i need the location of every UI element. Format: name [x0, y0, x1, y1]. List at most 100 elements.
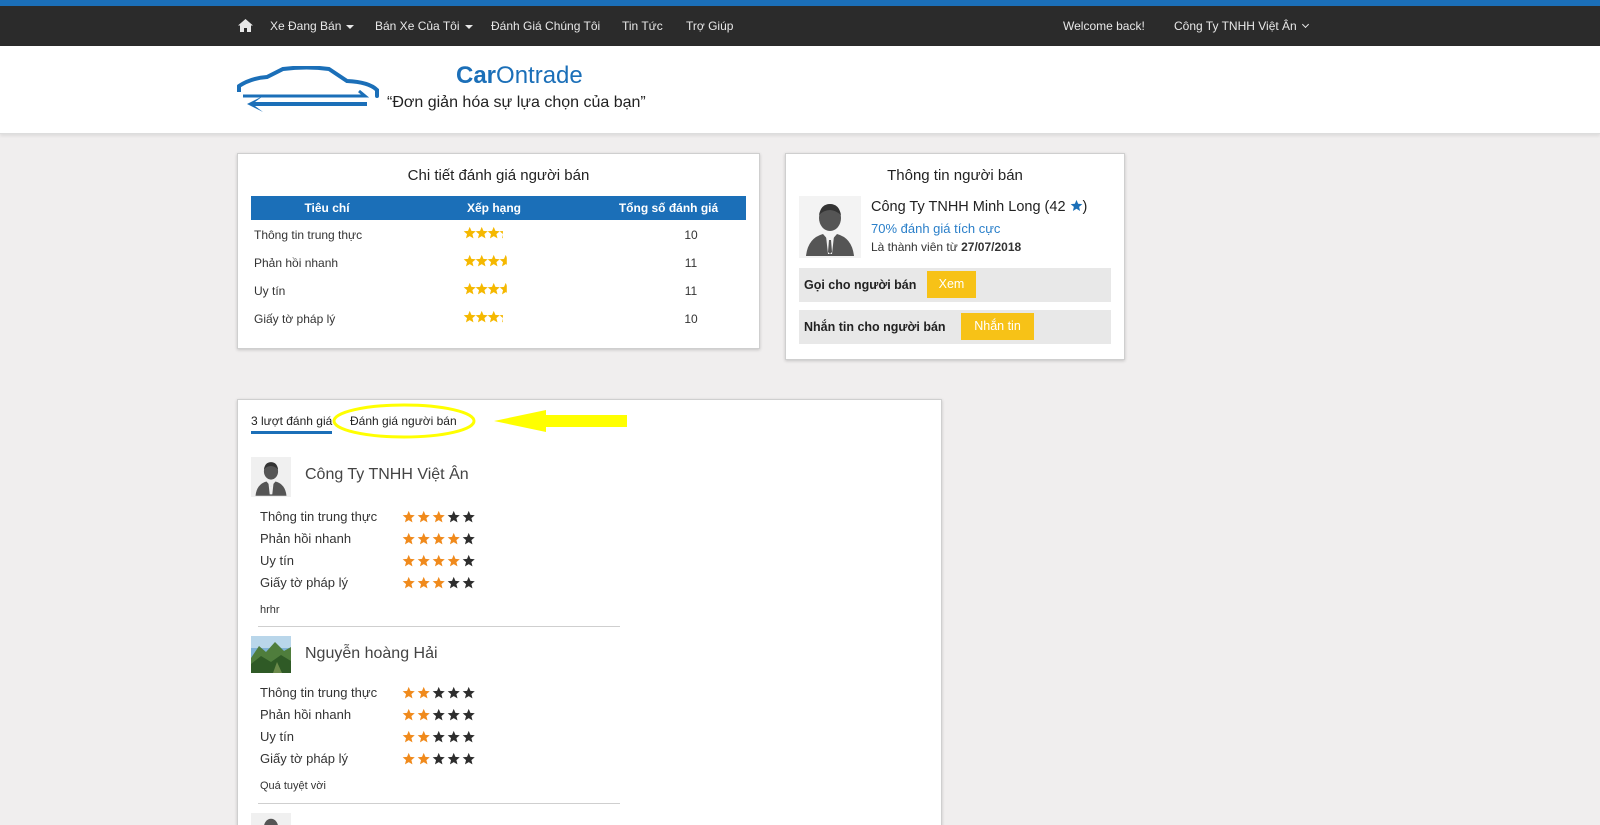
reviewer-name[interactable]: Công Ty TNHH Việt Ân — [305, 466, 469, 484]
star-icon — [417, 554, 430, 567]
stars-icon — [463, 310, 503, 323]
total-count-cell: 10 — [684, 228, 698, 242]
star-rating — [402, 554, 482, 568]
star-rating — [402, 686, 482, 700]
star-icon — [402, 532, 415, 545]
star-icon — [447, 708, 460, 721]
criterion-cell: Giấy tờ pháp lý — [254, 312, 336, 326]
star-icon — [487, 226, 500, 239]
nav-item-label: Xe Đang Bán — [270, 19, 342, 33]
review-comment: Quá tuyệt vời — [260, 780, 326, 792]
stars-icon — [402, 554, 475, 567]
col-rating: Xếp hạng — [466, 201, 521, 215]
slogan: “Đơn giản hóa sự lựa chọn của bạn” — [387, 94, 646, 111]
account-menu[interactable]: Công Ty TNHH Việt Ân — [1174, 6, 1309, 46]
message-seller-row: Nhắn tin cho người bán Nhắn tin — [799, 310, 1111, 344]
star-icon — [447, 730, 460, 743]
reviewer-name[interactable]: Nguyễn hoàng Hải — [305, 645, 438, 663]
review-comment: hrhr — [260, 604, 280, 616]
star-rating — [402, 576, 482, 590]
star-icon — [475, 254, 488, 267]
star-icon — [463, 226, 476, 239]
star-icon — [463, 282, 476, 295]
view-phone-button[interactable]: Xem — [927, 271, 976, 298]
star-icon — [462, 576, 475, 589]
welcome-text: Welcome back! — [1063, 19, 1145, 33]
rating-table-row: Phản hồi nhanh 11 — [251, 249, 746, 277]
rating-table-header: Tiêu chí Xếp hạng Tổng số đánh giá — [251, 196, 746, 220]
member-since-date: 27/07/2018 — [961, 240, 1022, 254]
landscape-photo-icon — [251, 636, 291, 673]
send-message-button[interactable]: Nhắn tin — [961, 313, 1034, 340]
tab-review-count[interactable]: 3 lượt đánh giá — [251, 414, 333, 434]
stars-icon — [463, 282, 507, 295]
nav-item-danh-gia[interactable]: Đánh Giá Chúng Tôi — [491, 6, 600, 46]
stars-icon — [402, 752, 475, 765]
stars-icon — [402, 708, 475, 721]
stars-icon — [463, 226, 503, 239]
star-rating — [402, 708, 482, 722]
star-icon — [475, 282, 488, 295]
reviewer-avatar — [251, 457, 291, 497]
criterion-cell: Uy tín — [254, 284, 286, 298]
brand-name[interactable]: CarOntrade — [456, 62, 583, 90]
star-icon — [432, 686, 445, 699]
reviewer-avatar — [251, 636, 291, 673]
car-logo-icon[interactable] — [237, 66, 379, 116]
nav-item-tro-giup[interactable]: Trợ Giúp — [686, 6, 733, 46]
nav-item-ban-xe-cua-toi[interactable]: Bán Xe Của Tôi — [375, 6, 473, 46]
positive-rating-text: 70% đánh giá tích cực — [871, 221, 1001, 236]
star-icon — [462, 554, 475, 567]
star-icon — [462, 708, 475, 721]
star-icon — [432, 730, 445, 743]
criterion-label: Giấy tờ pháp lý — [260, 751, 349, 766]
criterion-label: Giấy tờ pháp lý — [260, 575, 349, 590]
total-count-cell: 11 — [684, 284, 698, 298]
total-count-cell: 10 — [684, 312, 698, 326]
call-seller-row: Gọi cho người bán Xem — [799, 268, 1111, 302]
user-avatar-icon — [806, 204, 854, 256]
nav-item-tin-tuc[interactable]: Tin Tức — [622, 6, 663, 46]
seller-rating-detail-panel: Chi tiết đánh giá người bán Tiêu chí Xếp… — [237, 153, 760, 349]
home-icon[interactable] — [237, 6, 254, 46]
user-avatar-icon — [264, 818, 278, 825]
star-icon — [417, 730, 430, 743]
col-total: Tổng số đánh giá — [618, 201, 719, 215]
seller-name-close: ) — [1082, 199, 1088, 215]
star-icon — [487, 254, 500, 267]
stars-icon — [402, 730, 475, 743]
tab-label: 3 lượt đánh giá — [251, 414, 333, 428]
star-icon — [432, 752, 445, 765]
star-icon — [499, 231, 503, 239]
star-rating — [463, 254, 533, 273]
call-seller-label: Gọi cho người bán — [804, 278, 917, 292]
criterion-label: Phản hồi nhanh — [260, 531, 352, 546]
star-icon — [475, 226, 488, 239]
account-name: Công Ty TNHH Việt Ân — [1174, 19, 1297, 33]
star-icon — [475, 310, 488, 323]
star-icon — [432, 708, 445, 721]
star-icon — [402, 510, 415, 523]
star-icon — [1070, 199, 1082, 212]
reviewer-avatar — [251, 813, 291, 825]
seller-name[interactable]: Công Ty TNHH Minh Long (42 ) — [871, 199, 1087, 215]
star-icon — [487, 310, 500, 323]
star-icon — [447, 576, 460, 589]
star-icon — [447, 752, 460, 765]
star-rating — [402, 532, 482, 546]
star-icon — [402, 576, 415, 589]
rating-table-row: Uy tín 11 — [251, 277, 746, 305]
star-icon — [432, 510, 445, 523]
star-icon — [417, 708, 430, 721]
star-icon — [417, 532, 430, 545]
star-icon — [402, 730, 415, 743]
annotation-arrow-icon — [332, 403, 627, 439]
star-rating — [402, 510, 482, 524]
stars-icon — [402, 532, 475, 545]
star-icon — [417, 752, 430, 765]
star-rating — [402, 752, 482, 766]
nav-item-xe-dang-ban[interactable]: Xe Đang Bán — [270, 6, 355, 46]
star-icon — [417, 510, 430, 523]
criterion-label: Thông tin trung thực — [260, 685, 378, 700]
star-rating — [463, 226, 533, 245]
